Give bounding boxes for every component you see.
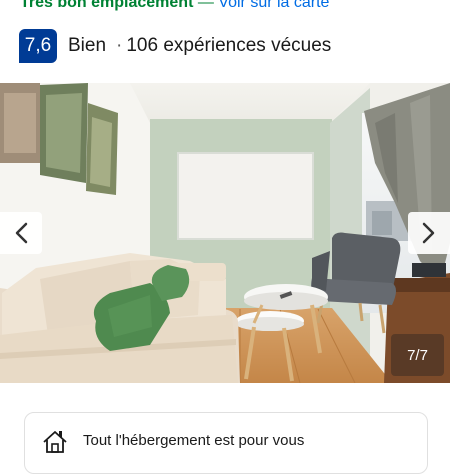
- location-separator: —: [197, 0, 214, 11]
- review-score-word: Bien: [68, 35, 107, 56]
- photo-counter: 7/7: [391, 334, 444, 376]
- location-rating-row: Très bon emplacement — Voir sur la carte: [20, 0, 329, 13]
- view-on-map-link[interactable]: Voir sur la carte: [218, 0, 329, 11]
- chevron-right-icon: [422, 222, 435, 244]
- accommodation-info-text: Tout l'hébergement est pour vous: [83, 432, 305, 449]
- house-icon: [43, 431, 67, 453]
- living-room-photo: [0, 83, 450, 383]
- accommodation-info-card: Tout l'hébergement est pour vous: [24, 412, 428, 474]
- next-photo-button[interactable]: [408, 212, 450, 254]
- review-count[interactable]: 106 expériences vécues: [126, 35, 331, 57]
- previous-photo-button[interactable]: [0, 212, 42, 254]
- property-photo[interactable]: [0, 83, 450, 383]
- review-summary[interactable]: 7,6 Bien · 106 expériences vécues: [19, 29, 331, 63]
- review-score-badge: 7,6: [19, 29, 57, 63]
- location-rating-label: Très bon emplacement: [20, 0, 194, 11]
- review-separator: ·: [116, 35, 123, 56]
- chevron-left-icon: [15, 222, 28, 244]
